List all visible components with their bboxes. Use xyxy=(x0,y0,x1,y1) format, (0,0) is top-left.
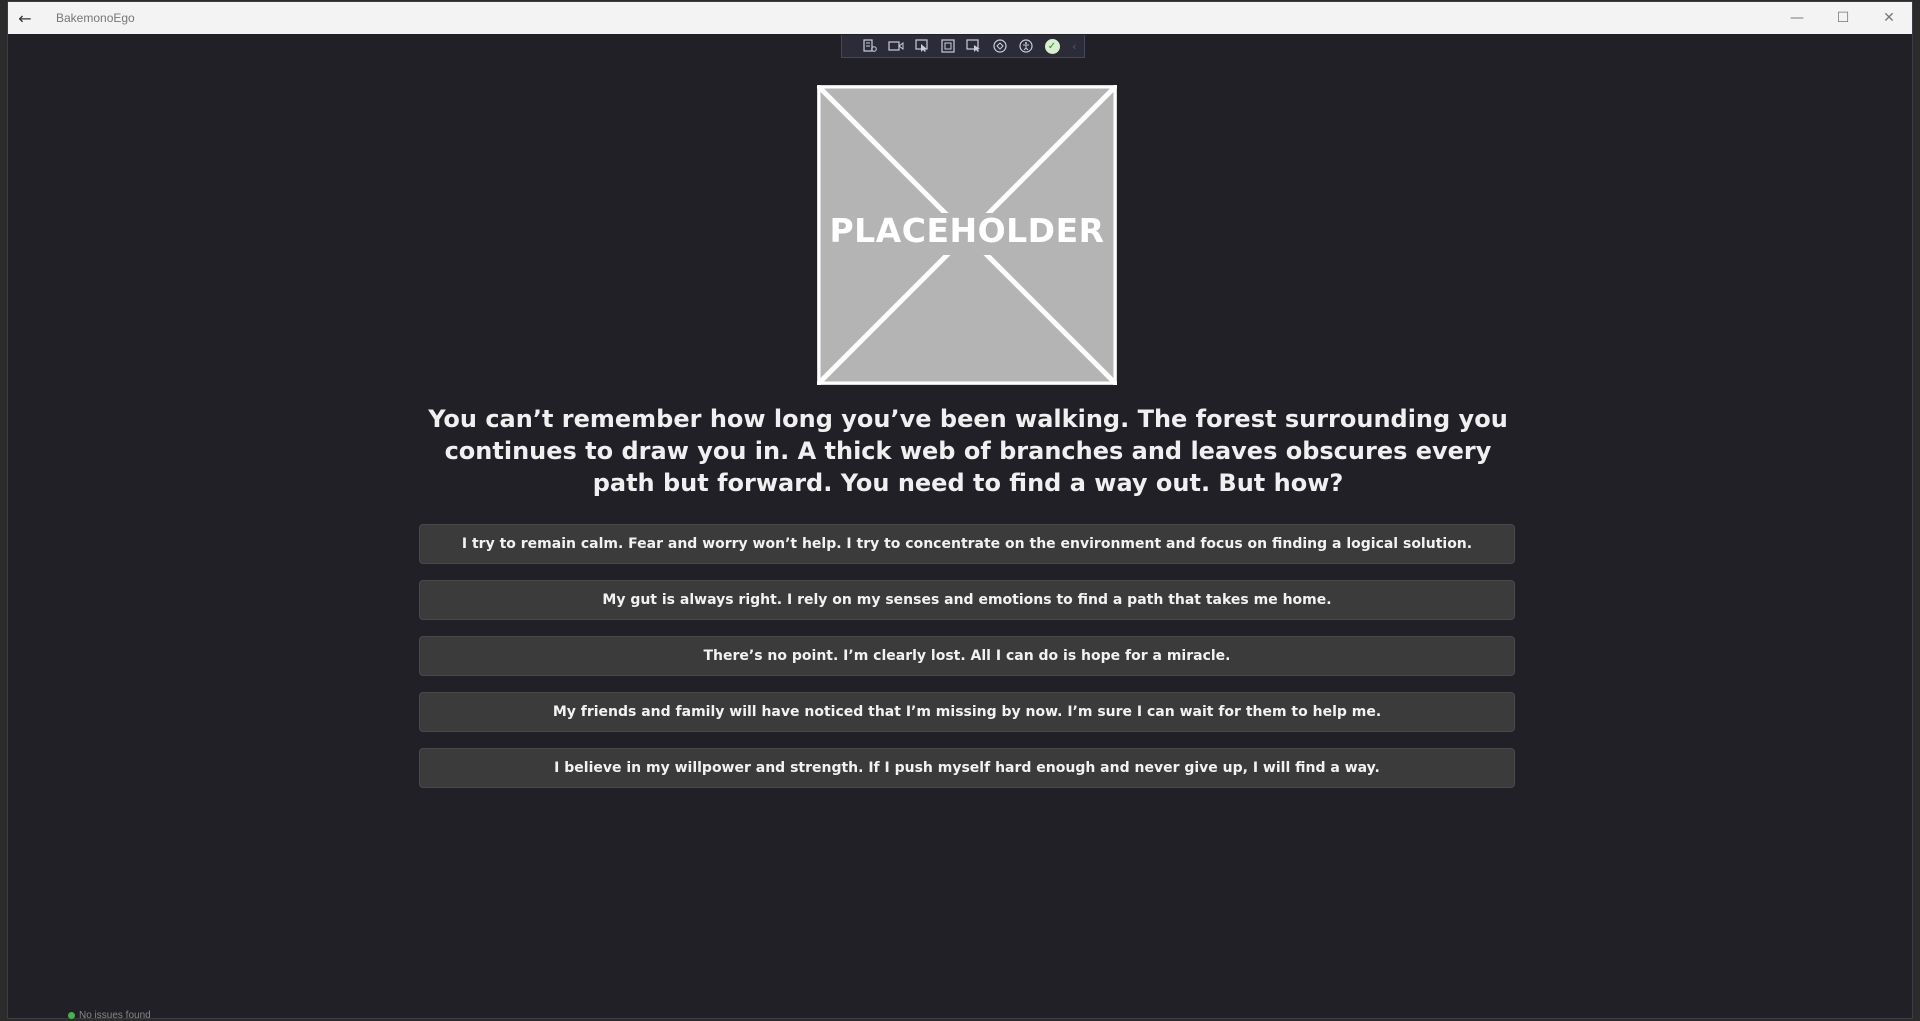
choice-button-willpower[interactable]: I believe in my willpower and strength. … xyxy=(419,748,1515,788)
status-text: No issues found xyxy=(79,1010,151,1021)
live-visual-tree-icon xyxy=(863,39,877,52)
maximize-button[interactable]: ☐ xyxy=(1820,2,1866,34)
track-focus-button[interactable] xyxy=(962,36,986,56)
record-icon xyxy=(888,41,904,51)
window-controls: — ☐ ✕ xyxy=(1774,2,1912,34)
accessibility-icon xyxy=(1019,39,1033,53)
choice-button-intuition[interactable]: My gut is always right. I rely on my sen… xyxy=(419,580,1515,620)
live-visual-tree-button[interactable] xyxy=(858,36,882,56)
binding-failures-icon xyxy=(993,39,1007,53)
back-arrow-icon: ← xyxy=(18,8,32,28)
window-title: BakemonoEgo xyxy=(56,11,135,25)
display-layout-adorners-icon xyxy=(941,39,955,53)
collapse-toolbar-icon[interactable]: ‹ xyxy=(1072,40,1076,53)
record-button[interactable] xyxy=(884,36,908,56)
minimize-icon: — xyxy=(1790,10,1804,26)
select-element-button[interactable] xyxy=(910,36,934,56)
binding-failures-button[interactable] xyxy=(988,36,1012,56)
accessibility-button[interactable] xyxy=(1014,36,1038,56)
choice-button-hope[interactable]: There’s no point. I’m clearly lost. All … xyxy=(419,636,1515,676)
close-icon: ✕ xyxy=(1883,10,1895,26)
track-focus-icon xyxy=(966,39,980,52)
title-bar: ← BakemonoEgo — ☐ ✕ xyxy=(8,2,1912,34)
maximize-icon: ☐ xyxy=(1836,10,1850,26)
hot-reload-status-button[interactable]: ✓ xyxy=(1040,36,1064,56)
status-indicator: No issues found xyxy=(68,1010,151,1021)
status-ok-icon xyxy=(68,1012,75,1019)
display-layout-adorners-button[interactable] xyxy=(936,36,960,56)
app-window: ← BakemonoEgo — ☐ ✕ ✓ ‹ PLACEHOLDER You … xyxy=(7,1,1913,1019)
story-question: You can’t remember how long you’ve been … xyxy=(428,405,1508,497)
placeholder-label: PLACEHOLDER xyxy=(829,211,1105,250)
check-icon: ✓ xyxy=(1044,38,1060,54)
close-button[interactable]: ✕ xyxy=(1866,2,1912,34)
choice-list: I try to remain calm. Fear and worry won… xyxy=(419,524,1515,804)
choice-button-wait-for-help[interactable]: My friends and family will have noticed … xyxy=(419,692,1515,732)
choice-button-logical[interactable]: I try to remain calm. Fear and worry won… xyxy=(419,524,1515,564)
xaml-debug-toolbar: ✓ ‹ xyxy=(841,35,1085,58)
minimize-button[interactable]: — xyxy=(1774,2,1820,34)
select-element-icon xyxy=(915,39,928,52)
back-button[interactable]: ← xyxy=(8,2,42,34)
scene-placeholder-image: PLACEHOLDER xyxy=(817,85,1117,385)
